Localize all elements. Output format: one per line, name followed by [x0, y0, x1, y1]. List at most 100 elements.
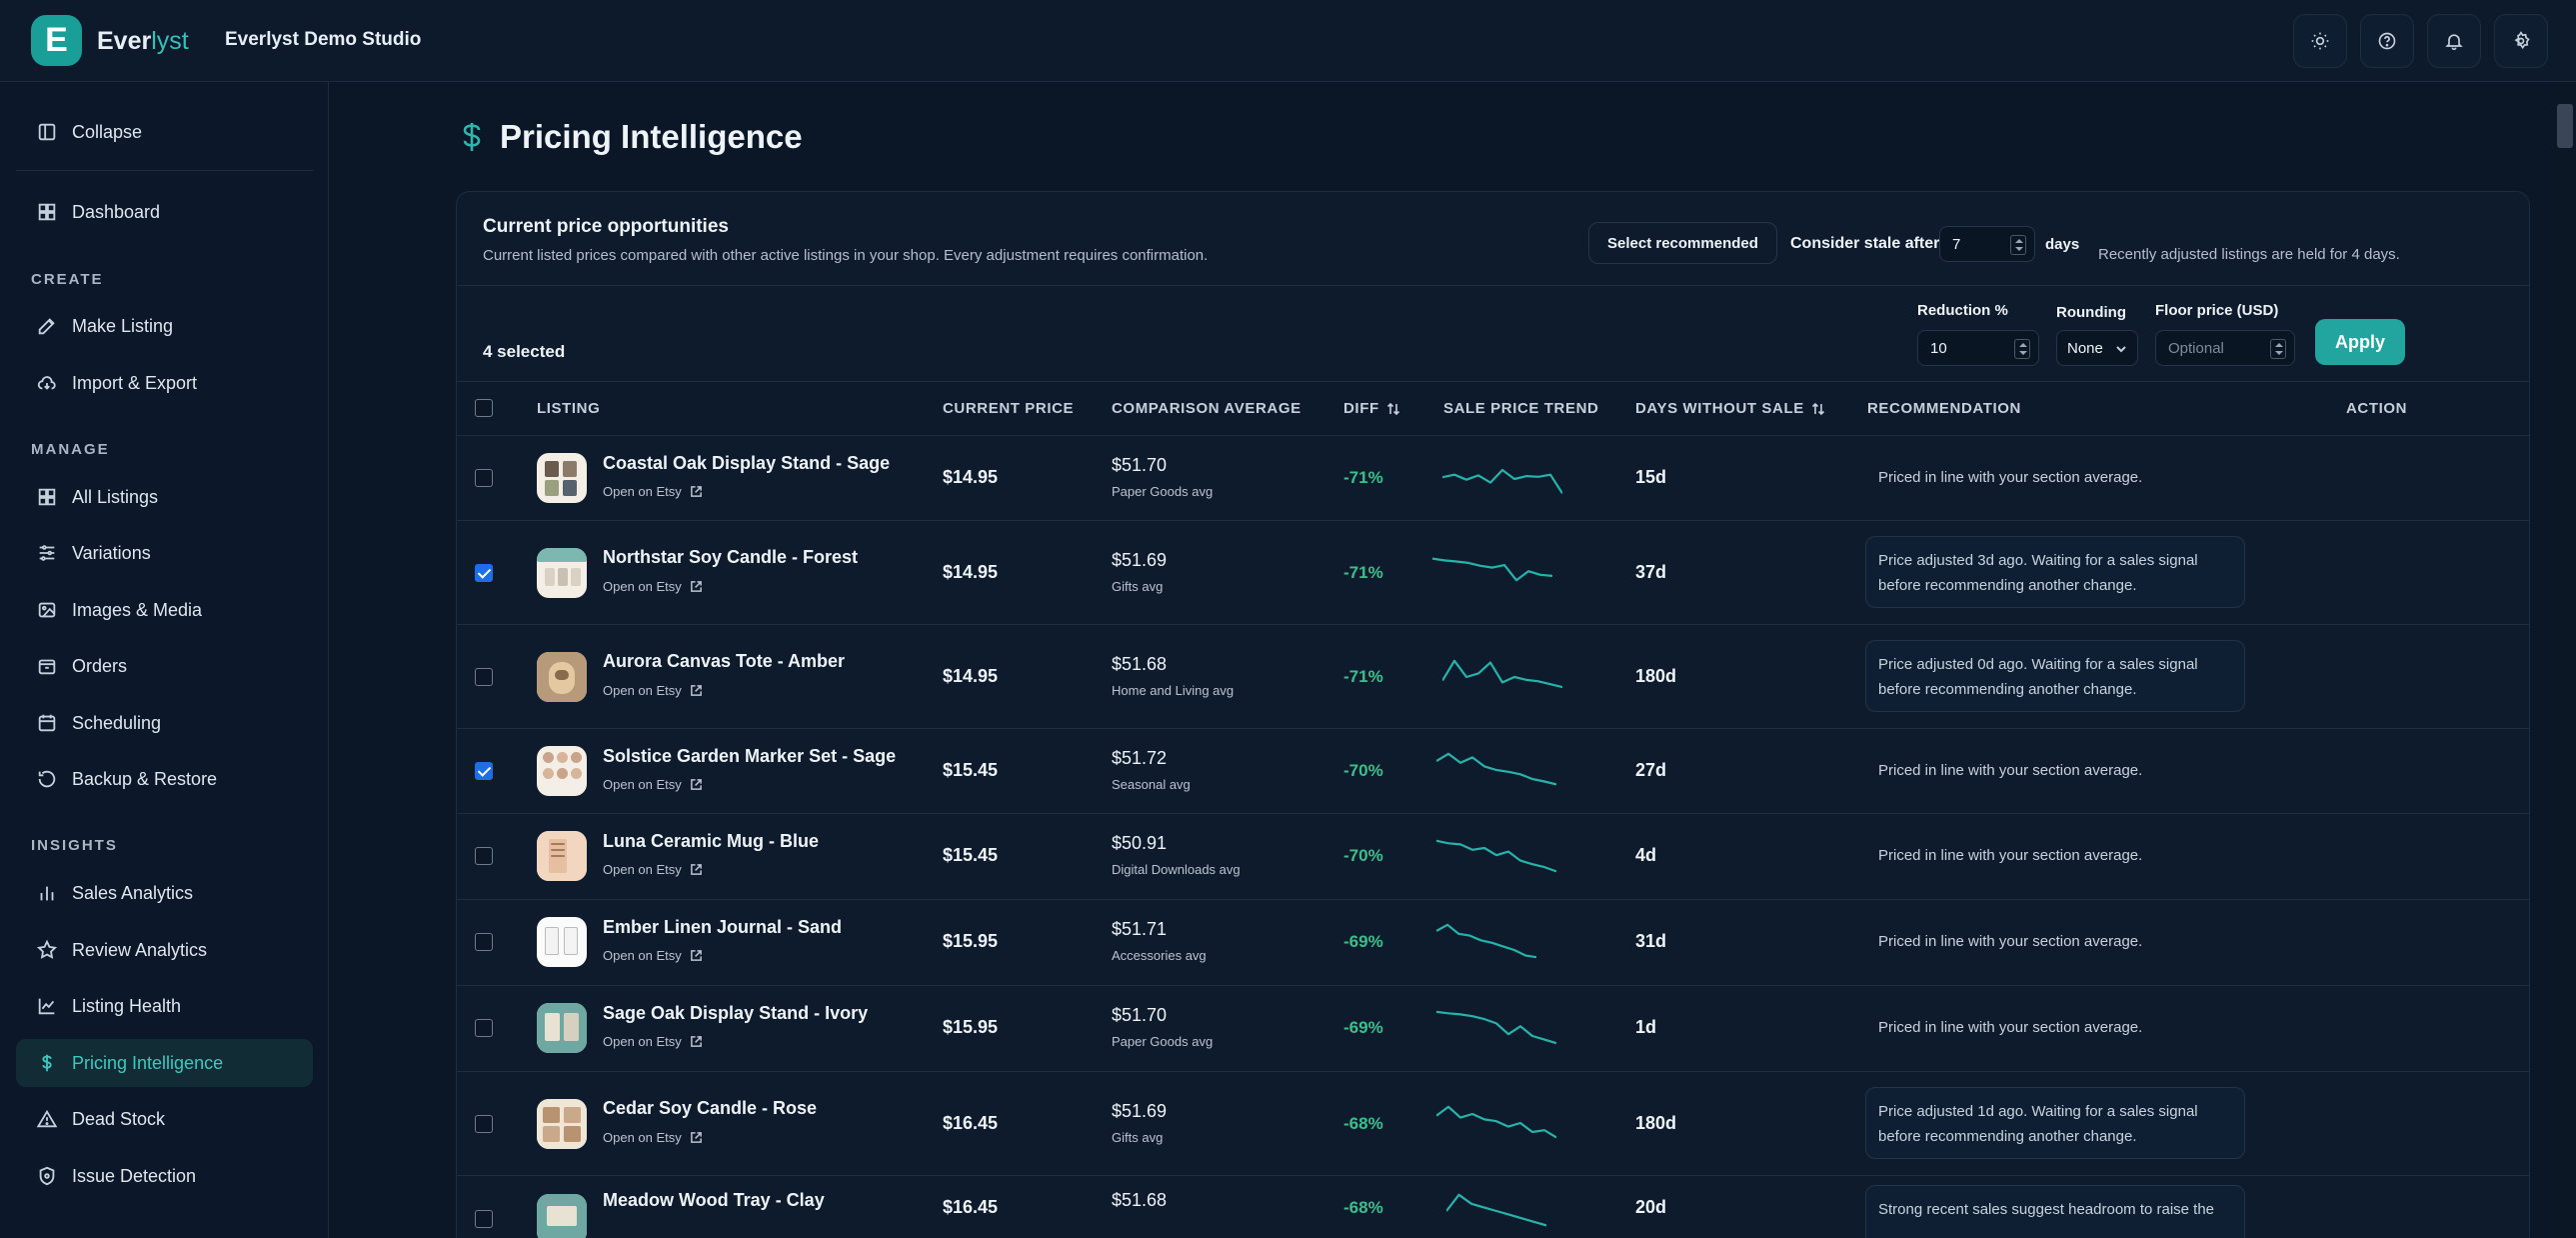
- row-checkbox[interactable]: [475, 1210, 493, 1228]
- open-on-etsy-link[interactable]: Open on Etsy: [603, 1034, 703, 1049]
- help-button[interactable]: [2360, 14, 2414, 68]
- stepper-icon[interactable]: [2014, 339, 2030, 359]
- select-all-checkbox[interactable]: [475, 399, 493, 417]
- row-checkbox[interactable]: [475, 564, 493, 582]
- notifications-button[interactable]: [2427, 14, 2481, 68]
- stepper-icon[interactable]: [2270, 339, 2286, 359]
- days-without-sale: 27d: [1635, 760, 1667, 780]
- top-bar: E Everlyst Everlyst Demo Studio: [0, 0, 2576, 82]
- listing-title[interactable]: Aurora Canvas Tote - Amber: [603, 651, 845, 672]
- sidebar-item-backup-restore[interactable]: Backup & Restore: [16, 755, 313, 803]
- comparison-average: $51.72: [1112, 748, 1168, 768]
- row-checkbox[interactable]: [475, 668, 493, 686]
- comparison-section: Seasonal avg: [1112, 777, 1191, 792]
- floor-price-placeholder: Optional: [2168, 339, 2224, 357]
- open-on-etsy-label: Open on Etsy: [603, 683, 682, 698]
- row-checkbox[interactable]: [475, 1115, 493, 1133]
- sidebar-item-dead-stock[interactable]: Dead Stock: [16, 1095, 313, 1143]
- row-checkbox[interactable]: [475, 933, 493, 951]
- row-checkbox[interactable]: [475, 762, 493, 780]
- reduction-label: Reduction %: [1917, 302, 2008, 319]
- sparkline-path: [1436, 1010, 1556, 1045]
- header-diff-sort[interactable]: DIFF: [1343, 400, 1401, 417]
- header-diff-label: DIFF: [1343, 400, 1379, 417]
- open-on-etsy-link[interactable]: Open on Etsy: [603, 948, 703, 963]
- listing-title[interactable]: Meadow Wood Tray - Clay: [603, 1190, 825, 1211]
- row-checkbox[interactable]: [475, 469, 493, 487]
- open-on-etsy-link[interactable]: Open on Etsy: [603, 1130, 703, 1145]
- grid-icon: [38, 488, 56, 506]
- sidebar-item-dashboard[interactable]: Dashboard: [16, 188, 313, 236]
- comparison-section: Home and Living avg: [1112, 683, 1235, 698]
- listing-title[interactable]: Luna Ceramic Mug - Blue: [603, 831, 819, 852]
- page-title-text: Pricing Intelligence: [500, 118, 803, 155]
- listing-title[interactable]: Solstice Garden Marker Set - Sage: [603, 746, 896, 767]
- open-on-etsy-label: Open on Etsy: [603, 1034, 682, 1049]
- recommendation-text: Price adjusted 3d ago. Waiting for a sal…: [1865, 536, 2245, 608]
- listing-title[interactable]: Northstar Soy Candle - Forest: [603, 547, 858, 568]
- recommendation-text: Priced in line with your section average…: [1878, 762, 2143, 779]
- rounding-value: None: [2067, 339, 2103, 357]
- activity-icon: [38, 998, 55, 1015]
- sparkline-path: [1436, 839, 1556, 873]
- listing-title[interactable]: Coastal Oak Display Stand - Sage: [603, 453, 890, 474]
- open-on-etsy-link[interactable]: Open on Etsy: [603, 862, 703, 877]
- header-comparison-average: COMPARISON AVERAGE: [1112, 400, 1301, 417]
- sidebar-item-variations[interactable]: Variations: [16, 529, 313, 577]
- listing-title[interactable]: Ember Linen Journal - Sand: [603, 917, 842, 938]
- brand-logo[interactable]: E: [31, 15, 82, 66]
- sidebar-item-listing-health[interactable]: Listing Health: [16, 982, 313, 1030]
- open-on-etsy-link[interactable]: Open on Etsy: [603, 683, 703, 698]
- stepper-icon[interactable]: [2010, 235, 2026, 255]
- theme-toggle-button[interactable]: [2293, 14, 2347, 68]
- comparison-average: $51.69: [1112, 1101, 1168, 1121]
- sidebar-item-pricing-intelligence[interactable]: Pricing Intelligence: [16, 1039, 313, 1087]
- sidebar-collapse-button[interactable]: Collapse: [16, 108, 313, 156]
- sidebar-item-label: Variations: [72, 542, 151, 563]
- current-price: $16.45: [943, 1113, 999, 1133]
- recommendation-text: Priced in line with your section average…: [1878, 847, 2143, 864]
- sidebar-item-orders[interactable]: Orders: [16, 642, 313, 690]
- open-on-etsy-link[interactable]: Open on Etsy: [603, 579, 703, 594]
- sidebar-item-images-media[interactable]: Images & Media: [16, 586, 313, 634]
- page-scrollbar[interactable]: [2554, 82, 2576, 1238]
- select-recommended-button[interactable]: Select recommended: [1588, 222, 1777, 264]
- row-checkbox[interactable]: [475, 1019, 493, 1037]
- sidebar-item-issue-detection[interactable]: Issue Detection: [16, 1152, 313, 1200]
- scrollbar-thumb[interactable]: [2557, 104, 2573, 148]
- sidebar-item-sales-analytics[interactable]: Sales Analytics: [16, 869, 313, 917]
- sidebar-item-import-export[interactable]: Import & Export: [16, 359, 313, 407]
- sidebar-item-scheduling[interactable]: Scheduling: [16, 699, 313, 747]
- external-link-icon: [690, 1132, 702, 1143]
- comparison-section: Digital Downloads avg: [1112, 862, 1241, 877]
- open-on-etsy-link[interactable]: Open on Etsy: [603, 777, 703, 792]
- held-note: Recently adjusted listings are held for …: [2098, 246, 2400, 263]
- recommendation-text: Priced in line with your section average…: [1878, 469, 2143, 486]
- open-on-etsy-link[interactable]: Open on Etsy: [603, 484, 703, 499]
- sidebar-item-review-analytics[interactable]: Review Analytics: [16, 926, 313, 974]
- rounding-select[interactable]: None: [2056, 330, 2138, 366]
- row-checkbox[interactable]: [475, 847, 493, 865]
- sliders-icon: [39, 545, 55, 561]
- stale-days-input[interactable]: 7: [1939, 226, 2035, 262]
- listing-title[interactable]: Sage Oak Display Stand - Ivory: [603, 1003, 868, 1024]
- settings-button[interactable]: [2494, 14, 2548, 68]
- stale-days-value: 7: [1952, 235, 1961, 253]
- sidebar-item-label: Issue Detection: [72, 1165, 197, 1186]
- sidebar-item-label: All Listings: [72, 486, 159, 507]
- floor-price-input[interactable]: Optional: [2155, 330, 2295, 366]
- sidebar-item-all-listings[interactable]: All Listings: [16, 473, 313, 521]
- rounding-label: Rounding: [2056, 304, 2126, 321]
- sale-price-trend-sparkline: [1432, 557, 1552, 582]
- comparison-section: Accessories avg: [1112, 948, 1207, 963]
- external-link-icon: [690, 581, 702, 592]
- sale-price-trend-sparkline: [1436, 923, 1536, 959]
- comparison-average: $51.69: [1112, 550, 1168, 570]
- listing-title[interactable]: Cedar Soy Candle - Rose: [603, 1098, 817, 1119]
- floor-price-label: Floor price (USD): [2155, 302, 2279, 319]
- sidebar-item-make-listing[interactable]: Make Listing: [16, 302, 313, 350]
- apply-button[interactable]: Apply: [2315, 319, 2405, 365]
- listing-thumbnail: [537, 831, 587, 881]
- reduction-input[interactable]: 10: [1917, 330, 2039, 366]
- header-days-sort[interactable]: DAYS WITHOUT SALE: [1635, 400, 1826, 417]
